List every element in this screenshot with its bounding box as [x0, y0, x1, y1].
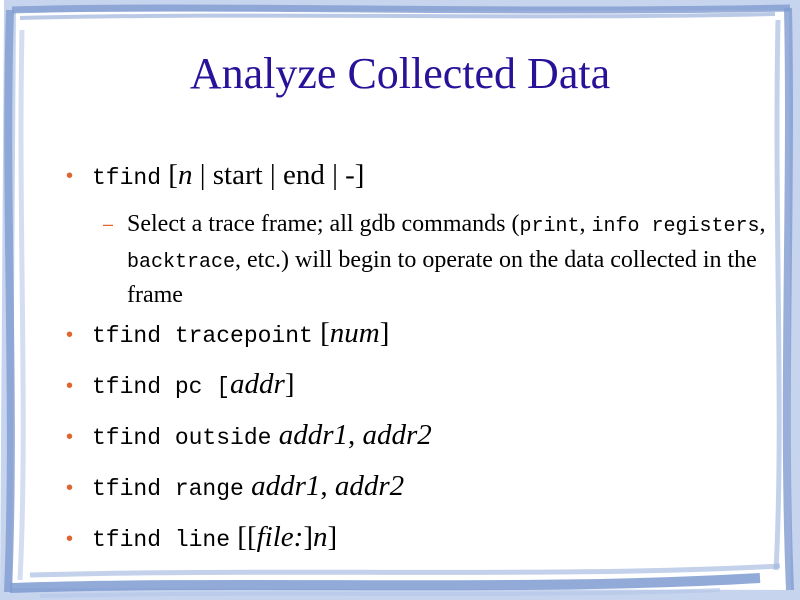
command-text: backtrace: [127, 250, 236, 274]
param-text: num: [329, 317, 380, 349]
bullet-marker: •: [66, 324, 74, 346]
command-text: tfind tracepoint: [92, 323, 313, 349]
command-text: print: [519, 215, 580, 238]
text-segment: ,: [759, 211, 766, 237]
text-segment: [: [161, 159, 178, 191]
bullet-marker: •: [66, 165, 74, 187]
bullet-marker: •: [66, 477, 74, 499]
param-text: addr: [230, 368, 285, 400]
command-text: tfind: [92, 165, 162, 191]
command-text: tfind pc [: [92, 374, 231, 400]
command-text: tfind outside: [92, 425, 272, 451]
command-text: tfind line: [92, 527, 231, 553]
list-item: tfind outside addr1, addr2: [92, 418, 432, 455]
list-item: tfind pc [addr]: [92, 367, 295, 404]
text-segment: [[: [230, 521, 257, 553]
list-item: tfind line [[file:]n]: [92, 520, 337, 557]
text-segment: ]: [284, 368, 295, 400]
param-text: n: [312, 521, 328, 553]
text-segment: ]: [303, 521, 313, 553]
list-item: tfind tracepoint [num]: [92, 316, 389, 353]
sub-list-item: Select a trace frame; all gdb commands (…: [127, 208, 767, 312]
text-segment: ,: [579, 211, 592, 237]
list-item: tfind [n | start | end | -]: [92, 158, 364, 195]
list-item: tfind range addr1, addr2: [92, 469, 404, 506]
slide: Analyze Collected Data • tfind [n | star…: [0, 0, 800, 600]
text-segment: ]: [327, 521, 338, 553]
param-text: addr1: [243, 470, 321, 502]
bullet-marker: •: [66, 528, 74, 550]
text-segment: ]: [379, 317, 390, 349]
command-text: tfind range: [92, 476, 244, 502]
bullet-marker: •: [66, 426, 74, 448]
param-text: addr2: [334, 470, 405, 502]
sub-bullet-marker: –: [103, 214, 114, 234]
param-text: addr2: [362, 419, 432, 451]
text-segment: ,: [320, 470, 335, 502]
bullet-list: • tfind [n | start | end | -] – Select a…: [0, 0, 800, 600]
param-text: addr1: [271, 419, 348, 451]
text-segment: | start | end | -]: [192, 159, 365, 191]
param-text: n: [177, 159, 193, 191]
param-text: file:: [256, 521, 304, 553]
bullet-marker: •: [66, 375, 74, 397]
text-segment: [: [312, 317, 330, 349]
text-segment: Select a trace frame; all gdb commands (: [127, 211, 520, 237]
text-segment: ,: [347, 419, 363, 451]
command-text: info registers: [591, 215, 760, 238]
